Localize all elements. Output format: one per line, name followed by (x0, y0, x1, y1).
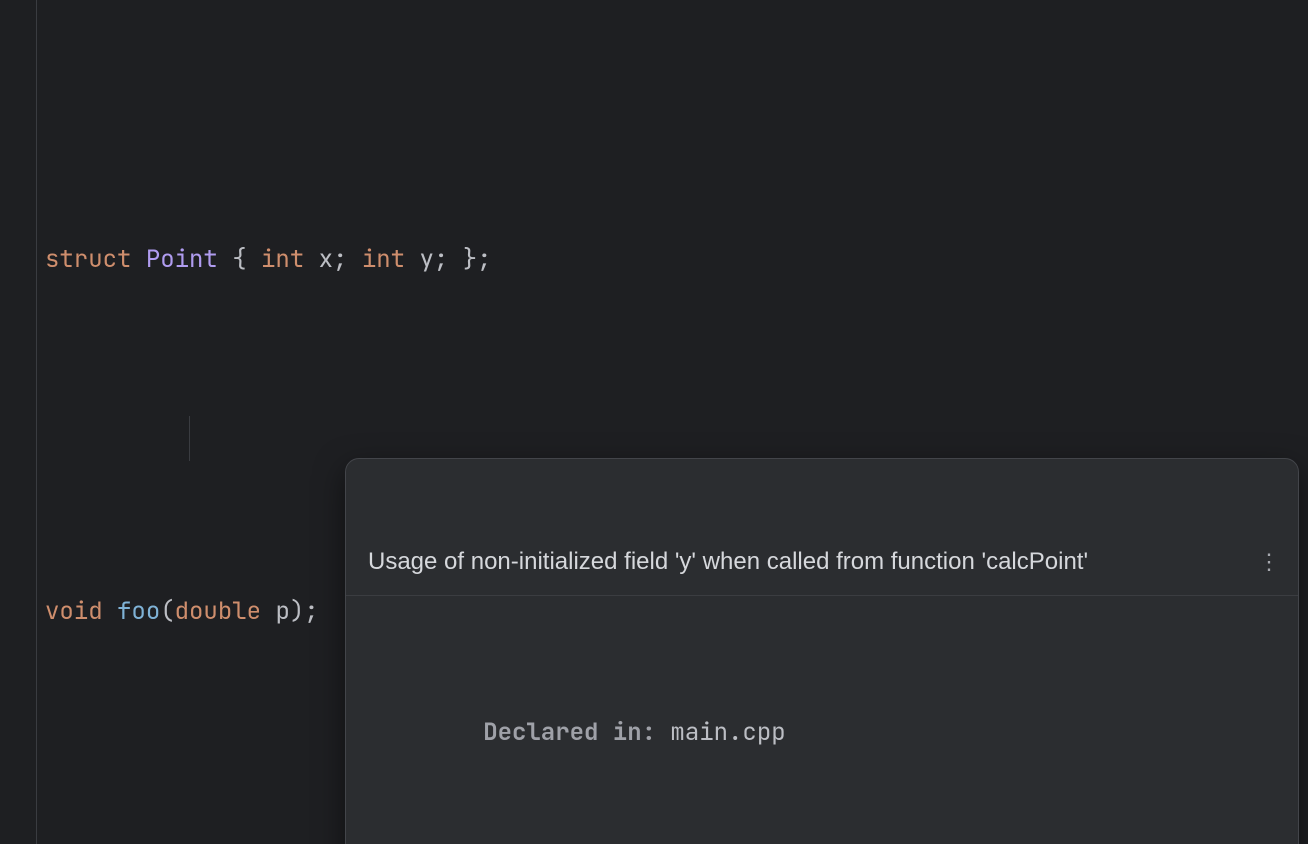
tooltip-header: Usage of non-initialized field 'y' when … (346, 527, 1298, 596)
code-line[interactable] (45, 370, 1308, 414)
tooltip-actions-button[interactable] (1254, 545, 1276, 579)
more-vertical-icon (1258, 545, 1272, 579)
code-line[interactable]: struct Point { int x; int y; }; (45, 238, 1308, 282)
code-editor[interactable]: struct Point { int x; int y; }; void foo… (0, 0, 1308, 844)
tooltip-message: Usage of non-initialized field 'y' when … (368, 545, 1254, 579)
tooltip-body: Declared in: main.cpp Point pt (346, 664, 1298, 844)
indent-guide (189, 416, 190, 461)
declared-in-file: main.cpp (670, 717, 785, 748)
code-area[interactable]: struct Point { int x; int y; }; void foo… (37, 0, 1308, 844)
declared-in-label: Declared in: (483, 717, 656, 748)
editor-gutter (0, 0, 37, 844)
inspection-tooltip[interactable]: Usage of non-initialized field 'y' when … (345, 458, 1299, 844)
